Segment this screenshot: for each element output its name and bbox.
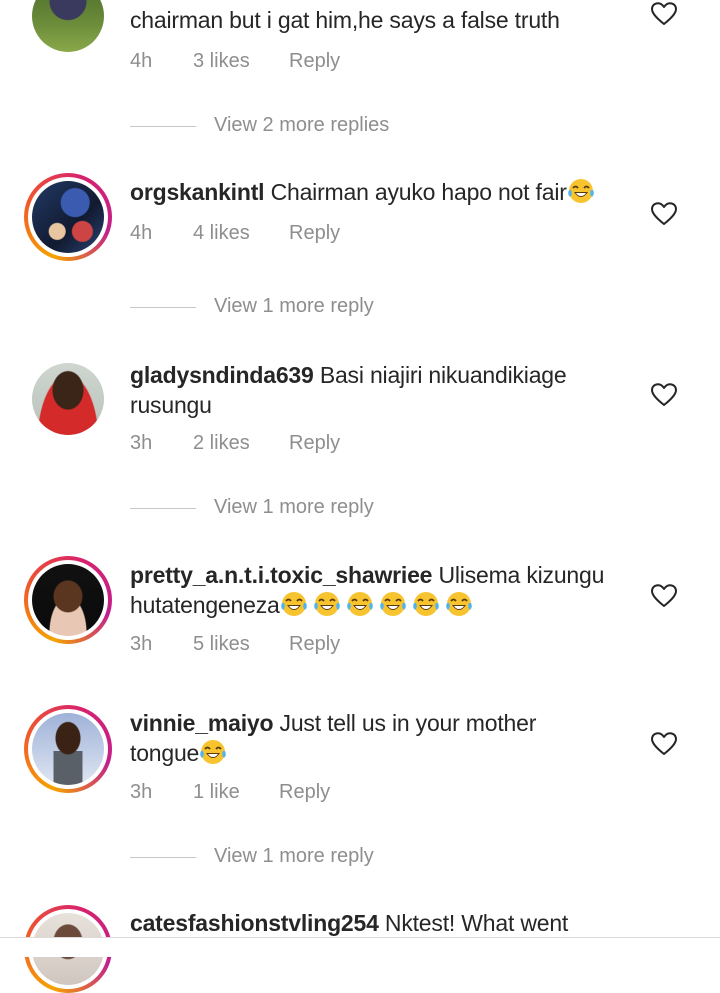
likes-count[interactable]: 2 likes [193, 431, 250, 455]
username[interactable]: pretty_a.n.t.i.toxic_shawriee [130, 562, 432, 588]
comment-text: vinnie_maiyo Just tell us in your mother… [130, 708, 630, 768]
avatar-story-ring[interactable] [24, 705, 112, 793]
comment-body: Nktest! What went [384, 910, 569, 936]
comment-body-line1: Ulisema kizungu [438, 562, 605, 588]
face-with-tears-of-joy-emoji [567, 178, 595, 204]
reply-button[interactable]: Reply [289, 221, 340, 245]
face-with-tears-of-joy-emoji [412, 591, 440, 617]
avatar-photo [32, 363, 104, 435]
heart-outline-icon[interactable] [651, 732, 677, 756]
divider-line [130, 307, 196, 308]
comment-body: Chairman ayuko hapo not fair [270, 179, 567, 205]
bottom-bar-background [0, 938, 720, 957]
avatar-photo [32, 181, 104, 253]
reply-button[interactable]: Reply [289, 49, 340, 73]
comment-body-line1: Just tell us in your mother [279, 710, 537, 736]
view-more-replies-label[interactable]: View 1 more reply [214, 295, 374, 318]
divider-line [130, 126, 196, 127]
comment-body-line2: hutatengeneza [130, 592, 280, 618]
comment-body-line1: Basi niajiri nikuandikiage [319, 362, 567, 388]
avatar-photo [32, 0, 104, 52]
likes-count[interactable]: 5 likes [193, 632, 250, 656]
avatar-story-ring[interactable] [24, 556, 112, 644]
avatar-story-ring[interactable] [24, 173, 112, 261]
face-with-tears-of-joy-emoji [199, 739, 227, 765]
comment-text: pretty_a.n.t.i.toxic_shawriee Ulisema ki… [130, 560, 630, 620]
avatar-photo [32, 564, 104, 636]
comment-text: gladysndinda639 Basi niajiri nikuandikia… [130, 360, 630, 420]
timestamp: 4h [130, 50, 153, 72]
heart-outline-icon[interactable] [651, 2, 677, 26]
comment-text: orgskankintl Chairman ayuko hapo not fai… [130, 177, 630, 207]
avatar[interactable] [32, 363, 104, 435]
username[interactable]: vinnie_maiyo [130, 710, 274, 736]
divider-line [130, 857, 196, 858]
face-with-tears-of-joy-emoji [313, 591, 341, 617]
timestamp: 3h [130, 432, 153, 454]
comment-body-line2: tongue [130, 740, 200, 766]
face-with-tears-of-joy-emoji [379, 591, 407, 617]
username[interactable]: gladysndinda639 [130, 362, 314, 388]
face-with-tears-of-joy-emoji [280, 591, 308, 617]
face-with-tears-of-joy-emoji [445, 591, 473, 617]
timestamp: 4h [130, 222, 153, 244]
comment-body-line2: rusungu [130, 392, 212, 418]
comment-text: chairman but i gat him,he says a false t… [130, 7, 560, 33]
username[interactable]: orgskankintl [130, 179, 265, 205]
reply-button[interactable]: Reply [289, 431, 340, 455]
avatar-photo [32, 713, 104, 785]
username[interactable]: catesfashionstvling254 [130, 910, 379, 936]
timestamp: 3h [130, 781, 153, 803]
heart-outline-icon[interactable] [651, 584, 677, 608]
timestamp: 3h [130, 633, 153, 655]
reply-button[interactable]: Reply [279, 780, 330, 804]
view-more-replies-label[interactable]: View 1 more reply [214, 845, 374, 868]
bottom-divider [0, 937, 720, 938]
face-with-tears-of-joy-emoji [346, 591, 374, 617]
view-more-replies-label[interactable]: View 2 more replies [214, 114, 389, 137]
reply-button[interactable]: Reply [289, 632, 340, 656]
heart-outline-icon[interactable] [651, 202, 677, 226]
likes-count[interactable]: 3 likes [193, 49, 250, 73]
avatar[interactable] [32, 0, 104, 52]
view-more-replies-label[interactable]: View 1 more reply [214, 496, 374, 519]
likes-count[interactable]: 1 like [193, 780, 240, 804]
comment-text: catesfashionstvling254 Nktest! What went [130, 908, 630, 938]
divider-line [130, 508, 196, 509]
heart-outline-icon[interactable] [651, 383, 677, 407]
likes-count[interactable]: 4 likes [193, 221, 250, 245]
